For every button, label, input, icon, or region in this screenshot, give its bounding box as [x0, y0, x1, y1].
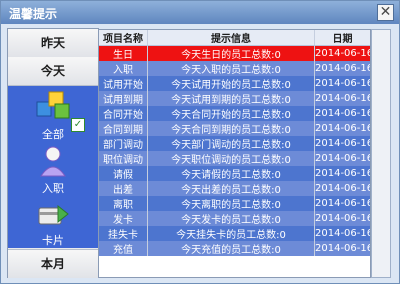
table-cell-info: 今天挂失卡的员工总数:0 — [147, 226, 315, 241]
sidebar-item-join[interactable]: 入职 — [8, 142, 98, 195]
table-cell-info: 今天职位调动的员工总数:0 — [147, 151, 315, 166]
sidebar-item-all-label: 全部 — [42, 128, 64, 141]
yesterday-button[interactable]: 昨天 — [8, 29, 98, 58]
table-cell-date: 2014-06-16 — [314, 106, 371, 121]
table-cell-date: 2014-06-16 — [314, 45, 370, 61]
table-cell-name: 挂失卡 — [99, 226, 148, 241]
table-cell-info: 今天生日的员工总数:0 — [147, 45, 315, 61]
table-cell-date: 2014-06-16 — [314, 211, 371, 226]
table-cell-info: 今天离职的员工总数:0 — [147, 196, 315, 211]
table-row[interactable]: 充值 今天充值的员工总数:0 2014-06-16 — [99, 241, 371, 256]
vertical-scrollbar[interactable] — [371, 29, 391, 278]
title-bar: 温馨提示 ✕ — [1, 1, 399, 24]
sidebar-item-all[interactable]: ✓ 全部 — [8, 88, 98, 141]
table-cell-name: 发卡 — [99, 211, 148, 226]
reminder-window: 温馨提示 ✕ 昨天 今天 ✓ 全部 入职 卡片 本月 项目名称 提示信息 日期 … — [0, 0, 400, 284]
table-row[interactable]: 合同开始 今天合同开始的员工总数:0 2014-06-16 — [99, 106, 371, 121]
table-cell-date: 2014-06-16 — [314, 76, 371, 91]
table-header-row: 项目名称 提示信息 日期 — [99, 30, 370, 46]
table-row[interactable]: 请假 今天请假的员工总数:0 2014-06-16 — [99, 166, 371, 181]
table-cell-date: 2014-06-16 — [314, 241, 371, 256]
table-row[interactable]: 生日 今天生日的员工总数:0 2014-06-16 — [99, 45, 370, 61]
table-cell-info: 今天试用到期的员工总数:0 — [147, 91, 315, 106]
table-row[interactable]: 试用到期 今天试用到期的员工总数:0 2014-06-16 — [99, 91, 371, 106]
cubes-icon — [36, 91, 70, 119]
table-cell-info: 今天合同开始的员工总数:0 — [147, 106, 315, 121]
table-cell-date: 2014-06-16 — [314, 226, 371, 241]
reminder-table: 项目名称 提示信息 日期 生日 今天生日的员工总数:0 2014-06-16 入职 今天… — [99, 30, 371, 256]
table-cell-info: 今天充值的员工总数:0 — [147, 241, 315, 256]
table-cell-info: 今天请假的员工总数:0 — [147, 166, 315, 181]
table-row[interactable]: 合同到期 今天合同到期的员工总数:0 2014-06-16 — [99, 121, 371, 136]
column-header-date[interactable]: 日期 — [314, 30, 370, 46]
table-cell-name: 出差 — [99, 181, 148, 196]
table-cell-date: 2014-06-16 — [314, 196, 371, 211]
table-cell-name: 请假 — [99, 166, 148, 181]
table-cell-name: 试用开始 — [99, 76, 148, 91]
table-cell-date: 2014-06-16 — [314, 91, 371, 106]
table-cell-date: 2014-06-16 — [314, 181, 371, 196]
close-button[interactable]: ✕ — [377, 4, 394, 21]
table-row[interactable]: 部门调动 今天部门调动的员工总数:0 2014-06-16 — [99, 136, 371, 151]
card-icon — [38, 204, 69, 225]
table-cell-info: 今天出差的员工总数:0 — [147, 181, 315, 196]
column-header-info[interactable]: 提示信息 — [147, 30, 315, 46]
month-button[interactable]: 本月 — [8, 249, 98, 278]
table-cell-name: 部门调动 — [99, 136, 148, 151]
window-title: 温馨提示 — [9, 7, 58, 21]
table-row[interactable]: 入职 今天入职的员工总数:0 2014-06-16 — [99, 61, 371, 76]
table-cell-date: 2014-06-16 — [314, 166, 371, 181]
table-cell-info: 今天试用开始的员工总数:0 — [147, 76, 315, 91]
table-cell-name: 职位调动 — [99, 151, 148, 166]
table-cell-name: 离职 — [99, 196, 148, 211]
table-row[interactable]: 出差 今天出差的员工总数:0 2014-06-16 — [99, 181, 371, 196]
table-cell-name: 合同开始 — [99, 106, 148, 121]
table-row[interactable]: 离职 今天离职的员工总数:0 2014-06-16 — [99, 196, 371, 211]
table-cell-name: 生日 — [99, 45, 148, 61]
table-cell-date: 2014-06-16 — [314, 121, 371, 136]
person-icon — [40, 146, 66, 177]
close-icon: ✕ — [379, 4, 392, 20]
table-cell-info: 今天部门调动的员工总数:0 — [147, 136, 315, 151]
sidebar-item-card-label: 卡片 — [42, 234, 64, 247]
table-row[interactable]: 挂失卡 今天挂失卡的员工总数:0 2014-06-16 — [99, 226, 371, 241]
column-header-name[interactable]: 项目名称 — [99, 30, 148, 46]
table-row[interactable]: 职位调动 今天职位调动的员工总数:0 2014-06-16 — [99, 151, 371, 166]
table-cell-date: 2014-06-16 — [314, 151, 371, 166]
table-row[interactable]: 试用开始 今天试用开始的员工总数:0 2014-06-16 — [99, 76, 371, 91]
table-cell-name: 合同到期 — [99, 121, 148, 136]
today-button[interactable]: 今天 — [8, 57, 98, 86]
category-panel: ✓ 全部 入职 卡片 — [8, 86, 98, 248]
table-cell-info: 今天入职的员工总数:0 — [147, 61, 315, 76]
table-cell-date: 2014-06-16 — [314, 136, 371, 151]
sidebar-item-card[interactable]: 卡片 — [8, 194, 98, 247]
table-cell-info: 今天发卡的员工总数:0 — [147, 211, 315, 226]
reminder-table-container: 项目名称 提示信息 日期 生日 今天生日的员工总数:0 2014-06-16 入职 今天… — [98, 29, 371, 278]
table-cell-name: 入职 — [99, 61, 148, 76]
table-row[interactable]: 发卡 今天发卡的员工总数:0 2014-06-16 — [99, 211, 371, 226]
table-cell-info: 今天合同到期的员工总数:0 — [147, 121, 315, 136]
table-cell-name: 试用到期 — [99, 91, 148, 106]
table-cell-name: 充值 — [99, 241, 148, 256]
table-cell-date: 2014-06-16 — [314, 61, 371, 76]
sidebar: 昨天 今天 ✓ 全部 入职 卡片 本月 — [7, 28, 99, 278]
